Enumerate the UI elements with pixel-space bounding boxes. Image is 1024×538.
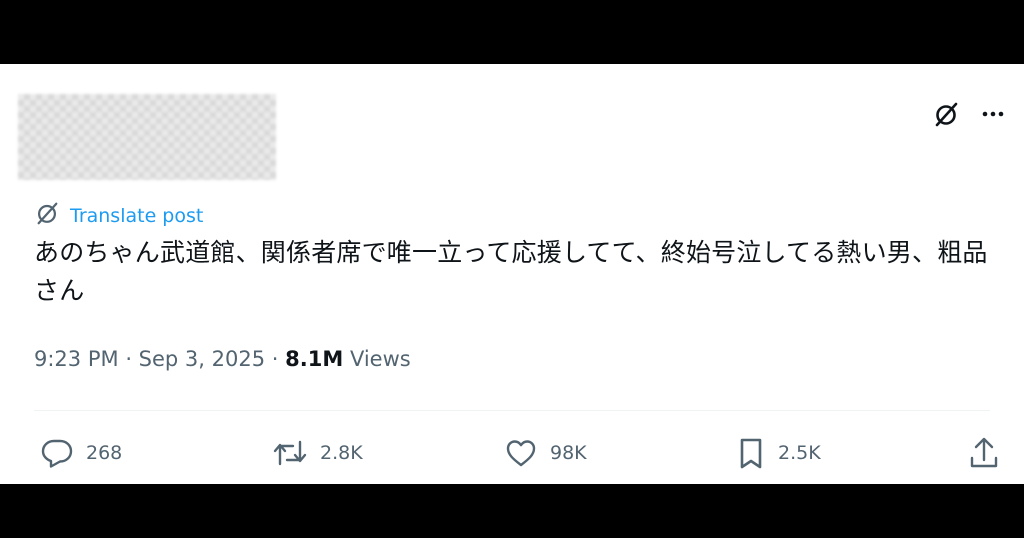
more-icon[interactable] [980, 101, 1006, 127]
bookmark-count: 2.5K [778, 442, 821, 464]
meta-separator: · [125, 347, 139, 371]
divider [34, 410, 990, 411]
like-count: 98K [550, 442, 587, 464]
action-bar: 268 2.8K 98K 2.5K [40, 436, 1008, 472]
reply-count: 268 [86, 442, 123, 464]
share-icon [968, 436, 1000, 470]
translate-label: Translate post [70, 204, 204, 227]
like-button[interactable]: 98K [504, 436, 587, 470]
repost-icon [272, 436, 308, 470]
tweet-time[interactable]: 9:23 PM [34, 347, 119, 371]
meta-separator: · [271, 347, 286, 371]
repost-button[interactable]: 2.8K [272, 436, 363, 470]
translate-icon [34, 200, 60, 231]
views-count: 8.1M [285, 347, 344, 371]
translate-post-link[interactable]: Translate post [34, 200, 203, 231]
bookmark-button[interactable]: 2.5K [736, 436, 821, 470]
tweet-text: あのちゃん武道館、関係者席で唯一立って応援してて、終始号泣してる熱い男、粗品さん [34, 238, 988, 305]
bookmark-icon [736, 436, 766, 470]
reply-icon [40, 436, 74, 470]
reply-button[interactable]: 268 [40, 436, 122, 470]
views-label: Views [349, 347, 411, 371]
grok-icon[interactable] [932, 100, 960, 128]
tweet-meta: 9:23 PM · Sep 3, 2025 · 8.1M Views [34, 347, 411, 371]
tweet-top-actions [932, 100, 1006, 128]
share-button[interactable] [968, 436, 1000, 470]
tweet-card: Translate post あのちゃん武道館、関係者席で唯一立って応援してて、… [0, 64, 1024, 484]
tweet-date[interactable]: Sep 3, 2025 [139, 347, 265, 371]
repost-count: 2.8K [320, 442, 363, 464]
author-header-redacted [18, 94, 276, 180]
like-icon [504, 436, 538, 470]
